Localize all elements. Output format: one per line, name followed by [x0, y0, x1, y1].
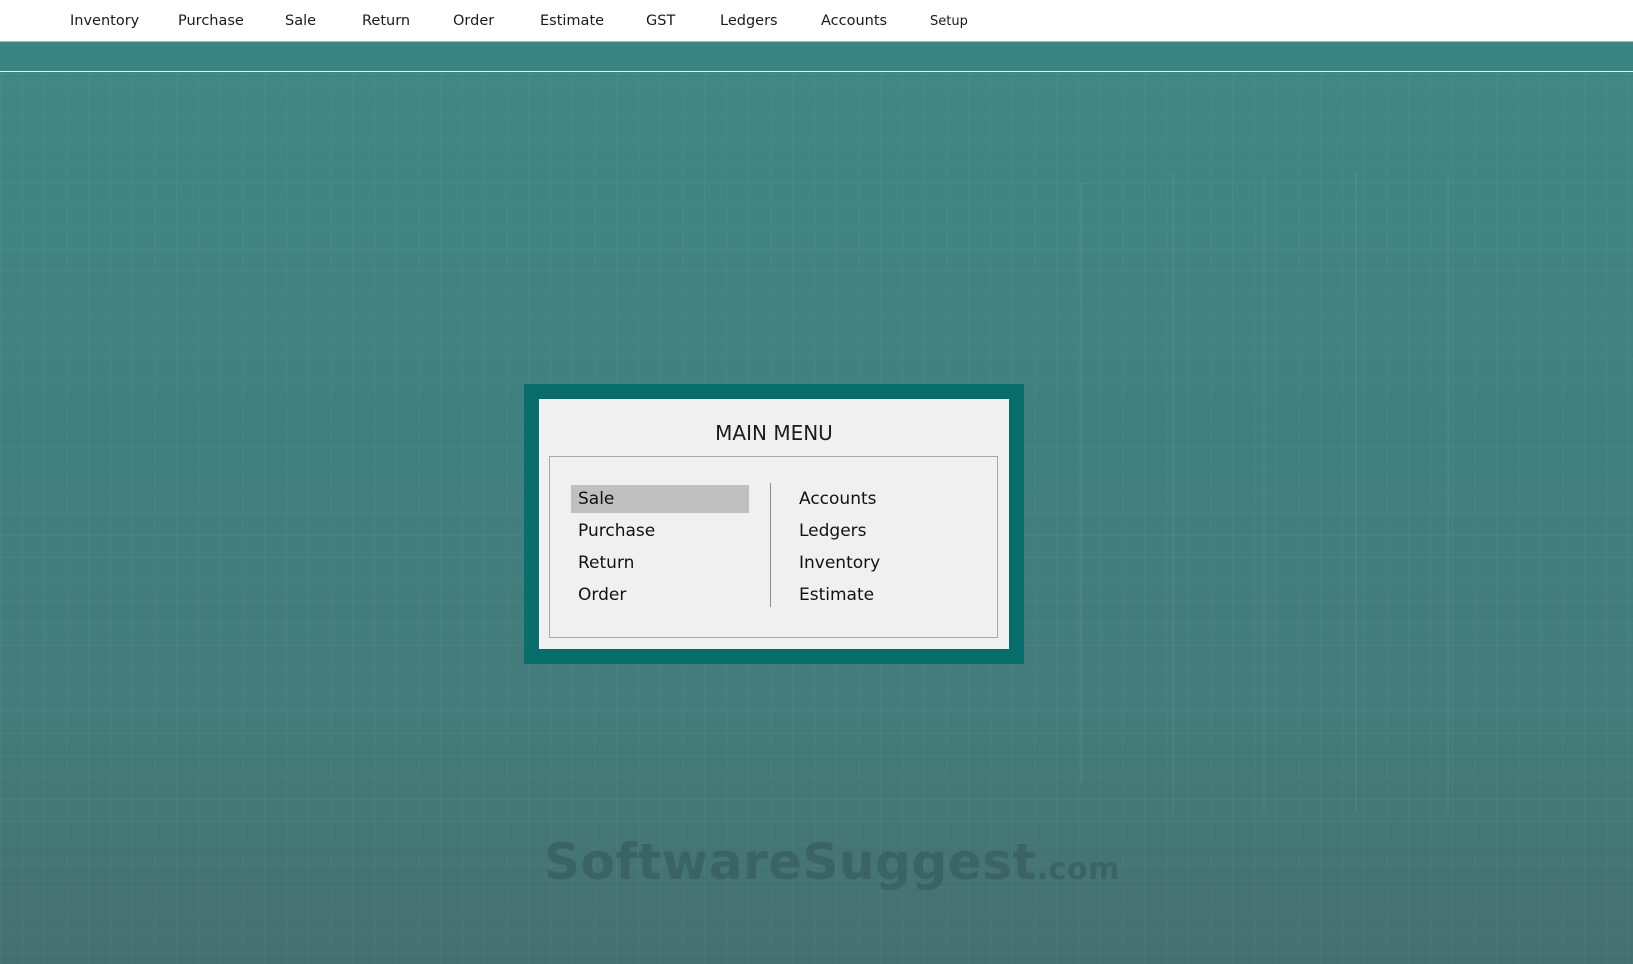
menu-order[interactable]: Order — [453, 13, 494, 29]
menu-setup[interactable]: Setup — [930, 14, 968, 29]
menu-purchase[interactable]: Purchase — [178, 13, 244, 29]
watermark: SoftwareSuggest.com — [544, 833, 1120, 891]
menu-ledgers[interactable]: Ledgers — [720, 13, 778, 29]
main-menu-options: Sale Purchase Return Order Accounts Ledg… — [549, 456, 998, 638]
menu-sale[interactable]: Sale — [285, 13, 316, 29]
background-decoration — [1355, 173, 1357, 813]
menu-estimate[interactable]: Estimate — [540, 13, 604, 29]
background-decoration — [1080, 183, 1082, 783]
main-menu-item-sale[interactable]: Sale — [571, 485, 749, 513]
background-decoration — [1263, 173, 1265, 813]
background-decoration — [1172, 173, 1174, 813]
menu-gst[interactable]: GST — [646, 13, 675, 29]
menu-return[interactable]: Return — [362, 13, 410, 29]
menu-accounts[interactable]: Accounts — [821, 13, 887, 29]
background-decoration — [1447, 173, 1449, 813]
column-divider — [770, 483, 771, 607]
main-menu-item-ledgers[interactable]: Ledgers — [792, 517, 970, 545]
main-menu-item-inventory[interactable]: Inventory — [792, 549, 970, 577]
main-menu-item-order[interactable]: Order — [571, 581, 749, 609]
menu-bar: Inventory Purchase Sale Return Order Est… — [0, 0, 1633, 42]
main-menu-item-accounts[interactable]: Accounts — [792, 485, 970, 513]
main-menu-item-estimate[interactable]: Estimate — [792, 581, 970, 609]
main-menu-frame: MAIN MENU Sale Purchase Return Order Acc… — [524, 384, 1024, 664]
toolbar-band — [0, 43, 1633, 72]
watermark-text: SoftwareSuggest — [544, 833, 1037, 891]
main-menu-item-return[interactable]: Return — [571, 549, 749, 577]
main-menu-item-purchase[interactable]: Purchase — [571, 517, 749, 545]
menu-inventory[interactable]: Inventory — [70, 13, 139, 29]
main-menu-title: MAIN MENU — [715, 421, 833, 445]
main-menu-dialog: MAIN MENU Sale Purchase Return Order Acc… — [539, 399, 1009, 649]
watermark-suffix: .com — [1036, 852, 1120, 887]
